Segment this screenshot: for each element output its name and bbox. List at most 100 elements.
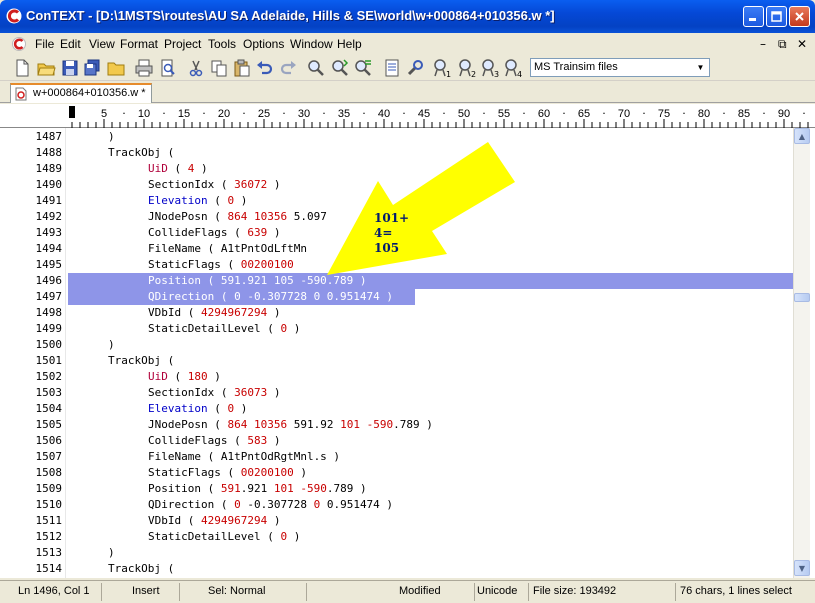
chevron-up-icon: ▲ <box>798 131 806 141</box>
code-token: TrackObj ( <box>108 354 175 367</box>
tab-file[interactable]: w+000864+010356.w * <box>10 83 152 103</box>
code-text: JNodePosn ( 864 10356 591.92 101 -590.78… <box>148 417 433 433</box>
redo-button[interactable] <box>278 58 298 78</box>
chevron-down-icon[interactable]: ▼ <box>693 60 708 75</box>
copy-button[interactable] <box>209 58 229 78</box>
print-preview-button[interactable] <box>158 58 178 78</box>
scroll-thumb[interactable] <box>794 293 810 302</box>
code-line[interactable]: 1493 CollideFlags ( 639 ) <box>0 225 793 241</box>
replace-button[interactable] <box>353 58 373 78</box>
code-token: CollideFlags ( <box>148 226 248 239</box>
cut-button[interactable] <box>186 58 206 78</box>
code-line[interactable]: 1501 TrackObj ( <box>0 353 793 369</box>
code-line[interactable]: 1507 FileName ( A1tPntOdRgtMnl.s ) <box>0 449 793 465</box>
code-line[interactable]: 1489 UiD ( 4 ) <box>0 161 793 177</box>
menu-view[interactable]: View <box>89 37 115 51</box>
close-button[interactable] <box>789 6 810 27</box>
menu-options[interactable]: Options <box>243 37 284 51</box>
find-next-button[interactable] <box>330 58 350 78</box>
code-line[interactable]: 1488 TrackObj ( <box>0 145 793 161</box>
user-command-3-button[interactable]: 3 <box>480 58 500 78</box>
tools-button[interactable] <box>405 58 425 78</box>
code-line[interactable]: 1487) <box>0 129 793 145</box>
mdi-close-icon[interactable]: ✕ <box>797 37 807 51</box>
ruler-cursor-marker <box>69 106 75 118</box>
code-token: ( <box>207 194 228 207</box>
scroll-down-button[interactable]: ▼ <box>794 560 810 576</box>
user-command-1-button[interactable]: 1 <box>432 58 452 78</box>
code-line[interactable]: 1498 VDbId ( 4294967294 ) <box>0 305 793 321</box>
code-line[interactable]: 1508 StaticFlags ( 00200100 ) <box>0 465 793 481</box>
code-line[interactable]: 1496 Position ( 591.921 105 -590.789 ) <box>0 273 793 289</box>
code-line[interactable]: 1506 CollideFlags ( 583 ) <box>0 433 793 449</box>
code-token: 101 <box>273 482 294 495</box>
code-token: ) <box>267 306 281 319</box>
code-line[interactable]: 1514 TrackObj ( <box>0 561 793 577</box>
code-token: JNodePosn ( <box>148 210 228 223</box>
new-file-button[interactable] <box>12 58 32 78</box>
editor-pane[interactable]: 1487) 1488 TrackObj ( 1489 UiD ( 4 ) 1490 Sec… <box>0 128 815 578</box>
code-token: StaticDetailLevel ( <box>148 530 281 543</box>
minimize-button[interactable] <box>743 6 764 27</box>
mdi-minimize-icon[interactable]: – <box>760 37 766 51</box>
code-token: ) <box>267 226 281 239</box>
user-command-2-button[interactable]: 2 <box>457 58 477 78</box>
menu-format[interactable]: Format <box>120 37 158 51</box>
save-all-button[interactable] <box>82 58 102 78</box>
code-line[interactable]: 1510 QDirection ( 0 -0.307728 0 0.951474 … <box>0 497 793 513</box>
highlighter-select[interactable]: MS Trainsim files ▼ <box>530 58 710 77</box>
title-bar[interactable]: ConTEXT - [D:\1MSTS\routes\AU SA Adelaid… <box>0 0 815 33</box>
save-disk-icon <box>62 60 78 76</box>
menu-file[interactable]: File <box>35 37 54 51</box>
document-menu-icon[interactable] <box>12 36 26 52</box>
code-line[interactable]: 1512 StaticDetailLevel ( 0 ) <box>0 529 793 545</box>
code-line[interactable]: 1511 VDbId ( 4294967294 ) <box>0 513 793 529</box>
paste-button[interactable] <box>232 58 252 78</box>
ruler-dot: · <box>522 107 526 120</box>
code-line[interactable]: 1500) <box>0 337 793 353</box>
code-line[interactable]: 1504 Elevation ( 0 ) <box>0 401 793 417</box>
ruler-label: 55 <box>498 108 510 120</box>
find-button[interactable] <box>306 58 326 78</box>
code-token: ) <box>267 386 281 399</box>
save-button[interactable] <box>60 58 80 78</box>
ruler-label: 35 <box>338 108 350 120</box>
code-line[interactable]: 1495 StaticFlags ( 00200100 <box>0 257 793 273</box>
menu-help[interactable]: Help <box>337 37 362 51</box>
ruler-dot: · <box>202 107 206 120</box>
menu-tools[interactable]: Tools <box>208 37 236 51</box>
column-ruler[interactable]: 5 · 10 · 15 · 20 · 25 · 30 · 35 · 40 · 45 · 50 · 55 · 60 · 65 · 70… <box>0 104 815 128</box>
mdi-restore-icon[interactable]: ⧉ <box>778 37 787 52</box>
undo-button[interactable] <box>255 58 275 78</box>
menu-window[interactable]: Window <box>290 37 333 51</box>
scroll-up-button[interactable]: ▲ <box>794 128 810 144</box>
vertical-scrollbar[interactable]: ▲ ▼ <box>793 128 810 578</box>
window-title: ConTEXT - [D:\1MSTS\routes\AU SA Adelaid… <box>26 8 555 23</box>
print-button[interactable] <box>134 58 154 78</box>
paste-icon <box>234 59 250 77</box>
code-token: Position ( 591.921 105 -590.789 ) <box>148 274 367 287</box>
code-line[interactable]: 1509 Position ( 591.921 101 -590.789 ) <box>0 481 793 497</box>
find-icon <box>308 60 324 76</box>
code-token: 5.097 <box>293 210 327 223</box>
open-folder-button[interactable] <box>106 58 126 78</box>
menu-edit[interactable]: Edit <box>60 37 81 51</box>
user-command-4-button[interactable]: 4 <box>503 58 523 78</box>
code-token: 4294967294 <box>200 514 268 527</box>
context-app-icon[interactable] <box>6 8 22 24</box>
code-token: ) <box>287 530 301 543</box>
menu-project[interactable]: Project <box>164 37 201 51</box>
code-line[interactable]: 1503 SectionIdx ( 36073 ) <box>0 385 793 401</box>
code-line[interactable]: 1502 UiD ( 180 ) <box>0 369 793 385</box>
maximize-button[interactable] <box>766 6 787 27</box>
code-token: TrackObj ( <box>108 562 175 575</box>
code-token: 864 10356 <box>227 418 294 431</box>
code-line[interactable]: 1499 StaticDetailLevel ( 0 ) <box>0 321 793 337</box>
code-line[interactable]: 1513) <box>0 545 793 561</box>
code-line[interactable]: 1505 JNodePosn ( 864 10356 591.92 101 -59… <box>0 417 793 433</box>
open-file-button[interactable] <box>36 58 56 78</box>
code-line[interactable]: 1491 Elevation ( 0 ) <box>0 193 793 209</box>
code-line[interactable]: 1497 QDirection ( 0 -0.307728 0 0.951474 … <box>0 289 793 305</box>
code-line[interactable]: 1490 SectionIdx ( 36072 ) <box>0 177 793 193</box>
file-list-button[interactable] <box>382 58 402 78</box>
